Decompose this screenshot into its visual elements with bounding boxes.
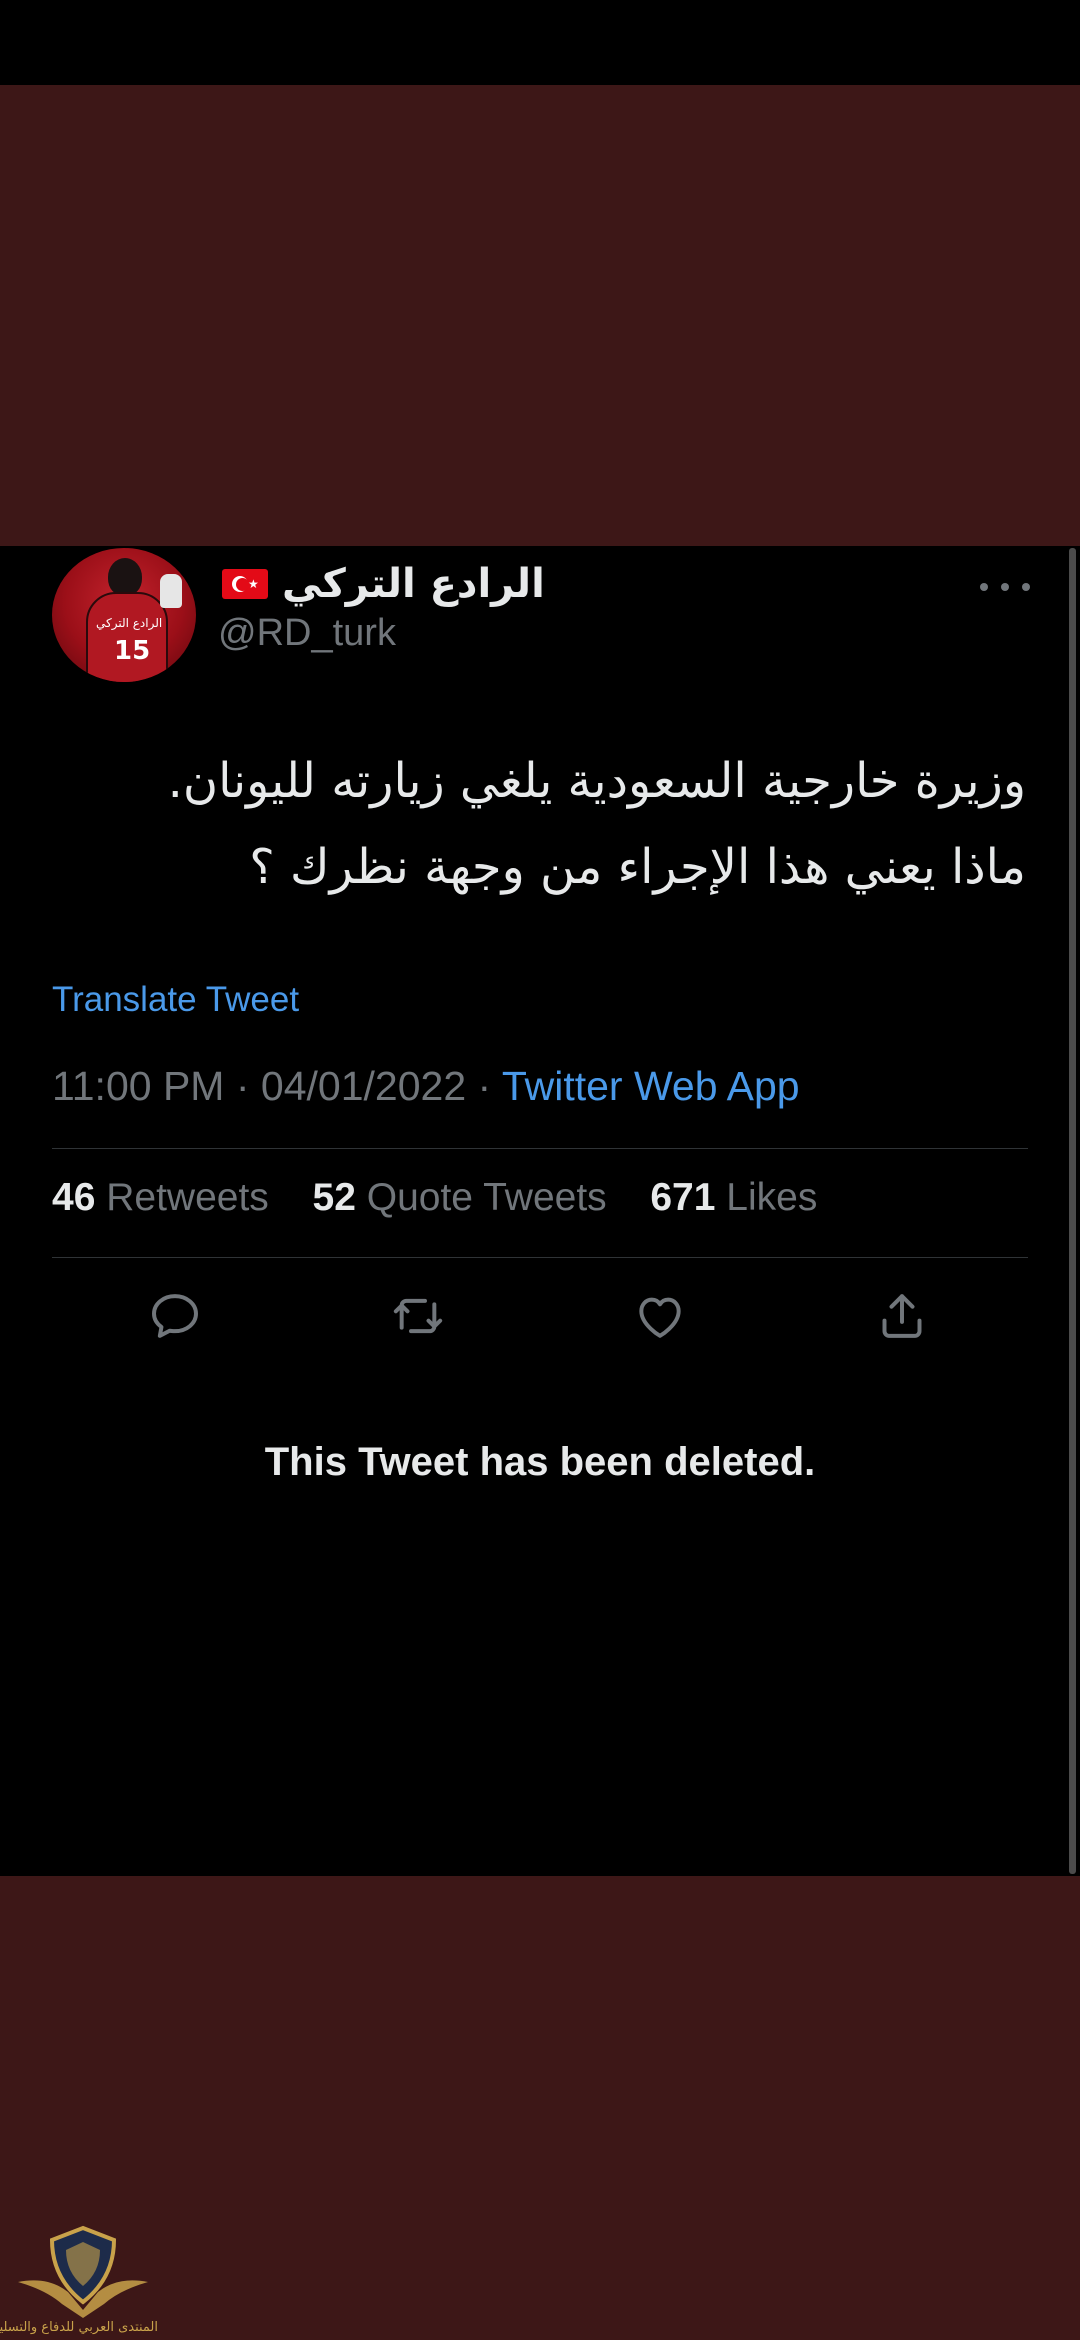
retweet-icon[interactable]: [390, 1288, 446, 1344]
turkey-flag-icon: ★: [222, 569, 268, 599]
share-icon[interactable]: [874, 1288, 930, 1344]
meta-separator: ·: [235, 1063, 250, 1109]
more-dot-icon: [1001, 583, 1009, 591]
retweets-stat[interactable]: 46 Retweets: [52, 1176, 280, 1219]
shield-emblem-icon: [18, 2225, 148, 2318]
tweet-source-link[interactable]: Twitter Web App: [502, 1063, 800, 1109]
more-dot-icon: [1022, 583, 1030, 591]
likes-stat[interactable]: 671 Likes: [650, 1176, 817, 1219]
top-black-bar: [0, 0, 1080, 85]
more-dot-icon: [980, 583, 988, 591]
likes-count: 671: [650, 1176, 716, 1219]
tweet-text-line: ماذا يعني هذا الإجراء من وجهة نظرك ؟: [249, 839, 1026, 895]
quote-tweets-label: Quote Tweets: [366, 1176, 607, 1219]
likes-label: Likes: [726, 1176, 818, 1219]
tweet-text: وزيرة خارجية السعودية يلغي زيارته لليونا…: [46, 738, 1026, 910]
tweet-date[interactable]: 04/01/2022: [261, 1063, 466, 1109]
avatar-glove: [160, 574, 182, 608]
tweet-deleted-notice: This Tweet has been deleted.: [264, 1440, 816, 1484]
translate-tweet-link[interactable]: Translate Tweet: [52, 980, 299, 1020]
author-handle[interactable]: @RD_turk: [218, 612, 396, 655]
avatar-head: [108, 558, 142, 596]
forum-watermark-logo: المنتدى العربي للدفاع والتسليح: [0, 2220, 158, 2338]
avatar-jersey-text: الرادع التركي: [96, 616, 163, 630]
author-display-name[interactable]: الرادع التركي: [282, 561, 545, 607]
screenshot-frame: الرادع التركي 15 ★ الرادع التركي @RD_tur…: [0, 0, 1080, 2340]
more-options-button[interactable]: [980, 570, 1030, 604]
meta-separator: ·: [477, 1063, 492, 1109]
watermark-text: المنتدى العربي للدفاع والتسليح: [0, 2320, 158, 2335]
author-name-row[interactable]: ★ الرادع التركي: [222, 558, 545, 610]
tweet-stats-row: 46 Retweets 52 Quote Tweets 671 Likes: [52, 1176, 817, 1220]
reply-icon[interactable]: [147, 1288, 203, 1344]
retweets-count: 46: [52, 1176, 96, 1219]
tweet-meta-row: 11:00 PM · 04/01/2022 · Twitter Web App: [52, 1063, 800, 1110]
avatar[interactable]: الرادع التركي 15: [52, 548, 196, 682]
quote-tweets-stat[interactable]: 52 Quote Tweets: [313, 1176, 618, 1219]
quote-tweets-count: 52: [312, 1176, 356, 1219]
tweet-time[interactable]: 11:00 PM: [52, 1063, 224, 1109]
like-icon[interactable]: [632, 1288, 688, 1344]
tweet-text-line: وزيرة خارجية السعودية يلغي زيارته لليونا…: [167, 753, 1026, 809]
divider: [52, 1148, 1028, 1149]
scrollbar[interactable]: [1069, 548, 1076, 1874]
divider: [52, 1257, 1028, 1258]
avatar-jersey-number: 15: [114, 636, 151, 666]
retweets-label: Retweets: [106, 1176, 269, 1219]
